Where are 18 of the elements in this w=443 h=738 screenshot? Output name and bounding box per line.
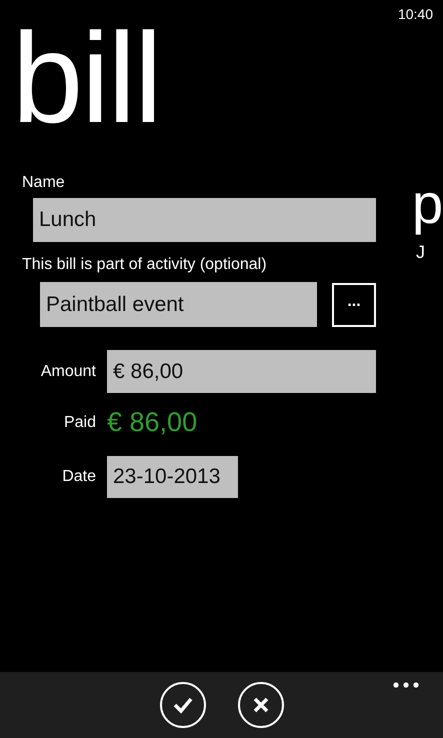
cancel-button[interactable] (238, 682, 284, 728)
next-pane-title: p (412, 174, 443, 234)
field-label: This bill is part of activity (optional) (21, 256, 268, 274)
name-field[interactable]: Lunch (33, 198, 376, 242)
browse-button[interactable]: ... (332, 282, 376, 326)
more-icon[interactable] (393, 682, 419, 688)
amount-field[interactable]: € 86,00 (107, 350, 376, 393)
confirm-button[interactable] (160, 682, 206, 728)
status-time: 10:40 (398, 6, 433, 22)
paid-amount: € 86,00 (107, 407, 198, 438)
field-label: Amount (40, 362, 96, 380)
field-label: Name (21, 174, 66, 192)
page-title: bill (11, 24, 162, 134)
activity-field[interactable]: Paintball event (40, 282, 317, 327)
date-field[interactable]: 23-10-2013 (107, 456, 238, 498)
field-label: Paid (62, 414, 96, 432)
field-label: Date (61, 468, 96, 486)
next-pane-subtitle: J (415, 242, 426, 263)
